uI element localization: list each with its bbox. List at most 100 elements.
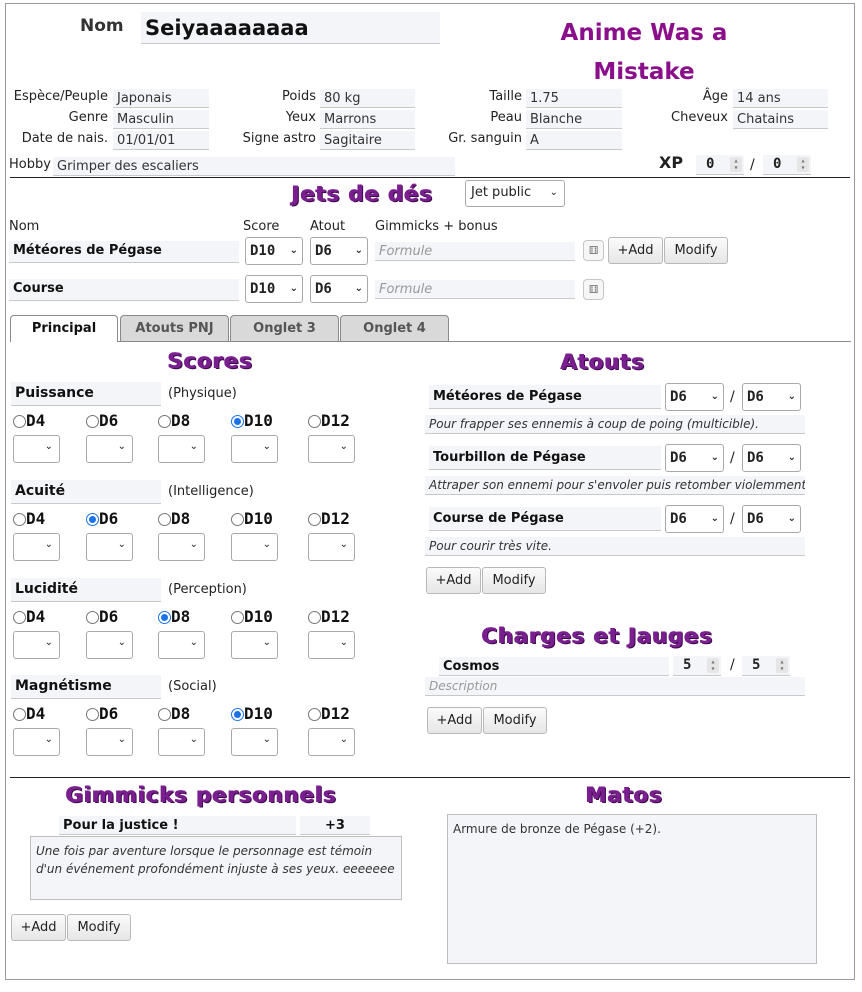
atout-desc-input[interactable]: Pour frapper ses ennemis à coup de poing… bbox=[425, 415, 805, 434]
atout-add-button[interactable]: +Add bbox=[426, 567, 481, 594]
matos-textarea[interactable]: Armure de bronze de Pégase (+2). bbox=[447, 814, 817, 964]
sang-input[interactable]: A bbox=[526, 131, 622, 150]
charge-name-input[interactable]: Cosmos bbox=[439, 657, 669, 676]
score-modifier-select[interactable]: ⌄ bbox=[308, 631, 355, 659]
gimmick-desc-textarea[interactable]: Une fois par aventure lorsque le personn… bbox=[30, 836, 402, 900]
score-modifier-select[interactable]: ⌄ bbox=[158, 435, 205, 463]
atout-name-input[interactable]: Tourbillon de Pégase bbox=[429, 446, 661, 470]
xp-current-input[interactable]: 0 ▴ ▾ bbox=[696, 155, 744, 175]
dice-roll-icon[interactable]: ⚅ bbox=[583, 240, 604, 261]
score-modifier-select[interactable]: ⌄ bbox=[308, 728, 355, 756]
gimmick-modify-button[interactable]: Modify bbox=[67, 914, 131, 941]
genre-input[interactable]: Masculin bbox=[113, 110, 209, 129]
score-die-radio[interactable] bbox=[231, 708, 244, 721]
atout-desc-input[interactable]: Pour courir très vite. bbox=[425, 537, 805, 556]
poids-input[interactable]: 80 kg bbox=[320, 89, 415, 108]
score-modifier-select[interactable]: ⌄ bbox=[231, 631, 278, 659]
score-modifier-select[interactable]: ⌄ bbox=[86, 533, 133, 561]
age-input[interactable]: 14 ans bbox=[733, 89, 828, 108]
hobby-input[interactable]: Grimper des escaliers bbox=[53, 157, 455, 176]
score-die-radio[interactable] bbox=[158, 415, 171, 428]
jet-score-select[interactable]: D10 ⌄ bbox=[245, 275, 303, 303]
atout-die-select[interactable]: D6 ⌄ bbox=[742, 505, 801, 533]
atout-die-select[interactable]: D6 ⌄ bbox=[742, 444, 801, 472]
tab-atouts-pnj[interactable]: Atouts PNJ bbox=[120, 315, 229, 342]
spinner-arrows-icon[interactable]: ▴ ▾ bbox=[707, 658, 719, 673]
atout-modify-button[interactable]: Modify bbox=[482, 567, 546, 594]
score-die-radio[interactable] bbox=[231, 611, 244, 624]
score-modifier-select[interactable]: ⌄ bbox=[86, 435, 133, 463]
score-die-radio[interactable] bbox=[13, 611, 26, 624]
score-modifier-select[interactable]: ⌄ bbox=[158, 631, 205, 659]
tab-principal[interactable]: Principal bbox=[10, 315, 118, 342]
score-modifier-select[interactable]: ⌄ bbox=[13, 631, 60, 659]
score-die-radio[interactable] bbox=[308, 611, 321, 624]
atout-die-select[interactable]: D6 ⌄ bbox=[665, 505, 724, 533]
jet-formula-input[interactable]: Formule bbox=[375, 242, 575, 261]
jet-formula-input[interactable]: Formule bbox=[375, 280, 575, 299]
score-die-radio[interactable] bbox=[86, 611, 99, 624]
signe-input[interactable]: Sagitaire bbox=[320, 131, 415, 150]
spinner-arrows-icon[interactable]: ▴ ▾ bbox=[797, 157, 809, 172]
score-die-radio[interactable] bbox=[86, 708, 99, 721]
score-modifier-select[interactable]: ⌄ bbox=[158, 533, 205, 561]
score-modifier-select[interactable]: ⌄ bbox=[86, 631, 133, 659]
atout-desc-input[interactable]: Attraper son ennemi pour s'envoler puis … bbox=[425, 476, 805, 495]
cheveux-input[interactable]: Chatains bbox=[733, 110, 828, 129]
date-input[interactable]: 01/01/01 bbox=[113, 131, 209, 150]
taille-input[interactable]: 1.75 bbox=[526, 89, 622, 108]
tab-onglet-3[interactable]: Onglet 3 bbox=[230, 315, 339, 342]
atout-name-input[interactable]: Course de Pégase bbox=[429, 507, 661, 531]
score-modifier-select[interactable]: ⌄ bbox=[231, 728, 278, 756]
spinner-arrows-icon[interactable]: ▴ ▾ bbox=[730, 157, 742, 172]
jet-atout-select[interactable]: D6 ⌄ bbox=[310, 237, 368, 265]
score-die-radio[interactable] bbox=[308, 708, 321, 721]
jet-add-button[interactable]: +Add bbox=[608, 237, 663, 264]
score-die-radio[interactable] bbox=[158, 513, 171, 526]
atout-die-select[interactable]: D6 ⌄ bbox=[742, 383, 801, 411]
charge-max-input[interactable]: 5 ▴ ▾ bbox=[742, 656, 790, 676]
score-modifier-select[interactable]: ⌄ bbox=[13, 435, 60, 463]
score-die-radio[interactable] bbox=[231, 513, 244, 526]
score-die-radio[interactable] bbox=[13, 513, 26, 526]
score-modifier-select[interactable]: ⌄ bbox=[86, 728, 133, 756]
atout-die-select[interactable]: D6 ⌄ bbox=[665, 444, 724, 472]
score-die-radio[interactable] bbox=[86, 415, 99, 428]
score-die-radio[interactable] bbox=[86, 513, 99, 526]
score-name-input[interactable]: Puissance bbox=[11, 382, 161, 406]
charge-add-button[interactable]: +Add bbox=[427, 707, 482, 734]
charge-modify-button[interactable]: Modify bbox=[483, 707, 547, 734]
charge-current-input[interactable]: 5 ▴ ▾ bbox=[673, 656, 721, 676]
gimmick-add-button[interactable]: +Add bbox=[11, 914, 66, 941]
nom-input[interactable]: Seiyaaaaaaaa bbox=[141, 12, 440, 44]
atout-name-input[interactable]: Météores de Pégase bbox=[429, 385, 661, 409]
score-modifier-select[interactable]: ⌄ bbox=[158, 728, 205, 756]
jet-modify-button[interactable]: Modify bbox=[664, 237, 728, 264]
score-modifier-select[interactable]: ⌄ bbox=[13, 728, 60, 756]
gimmick-bonus-input[interactable]: +3 bbox=[300, 816, 370, 835]
score-die-radio[interactable] bbox=[308, 415, 321, 428]
score-die-radio[interactable] bbox=[158, 611, 171, 624]
visibility-select[interactable]: Jet public ⌄ bbox=[465, 180, 565, 207]
score-modifier-select[interactable]: ⌄ bbox=[308, 435, 355, 463]
charge-desc-input[interactable]: Description bbox=[425, 677, 805, 696]
atout-die-select[interactable]: D6 ⌄ bbox=[665, 383, 724, 411]
yeux-input[interactable]: Marrons bbox=[320, 110, 415, 129]
peau-input[interactable]: Blanche bbox=[526, 110, 622, 129]
score-die-radio[interactable] bbox=[13, 415, 26, 428]
score-name-input[interactable]: Acuité bbox=[11, 480, 161, 504]
jet-atout-select[interactable]: D6 ⌄ bbox=[310, 275, 368, 303]
score-name-input[interactable]: Lucidité bbox=[11, 578, 161, 602]
espece-input[interactable]: Japonais bbox=[113, 89, 209, 108]
score-modifier-select[interactable]: ⌄ bbox=[231, 533, 278, 561]
gimmick-name-input[interactable]: Pour la justice ! bbox=[59, 816, 296, 835]
spinner-arrows-icon[interactable]: ▴ ▾ bbox=[776, 658, 788, 673]
score-modifier-select[interactable]: ⌄ bbox=[308, 533, 355, 561]
jet-name-input[interactable]: Météores de Pégase bbox=[9, 241, 239, 263]
score-die-radio[interactable] bbox=[158, 708, 171, 721]
score-name-input[interactable]: Magnétisme bbox=[11, 675, 161, 699]
jet-name-input[interactable]: Course bbox=[9, 279, 239, 301]
score-die-radio[interactable] bbox=[13, 708, 26, 721]
score-modifier-select[interactable]: ⌄ bbox=[231, 435, 278, 463]
score-modifier-select[interactable]: ⌄ bbox=[13, 533, 60, 561]
